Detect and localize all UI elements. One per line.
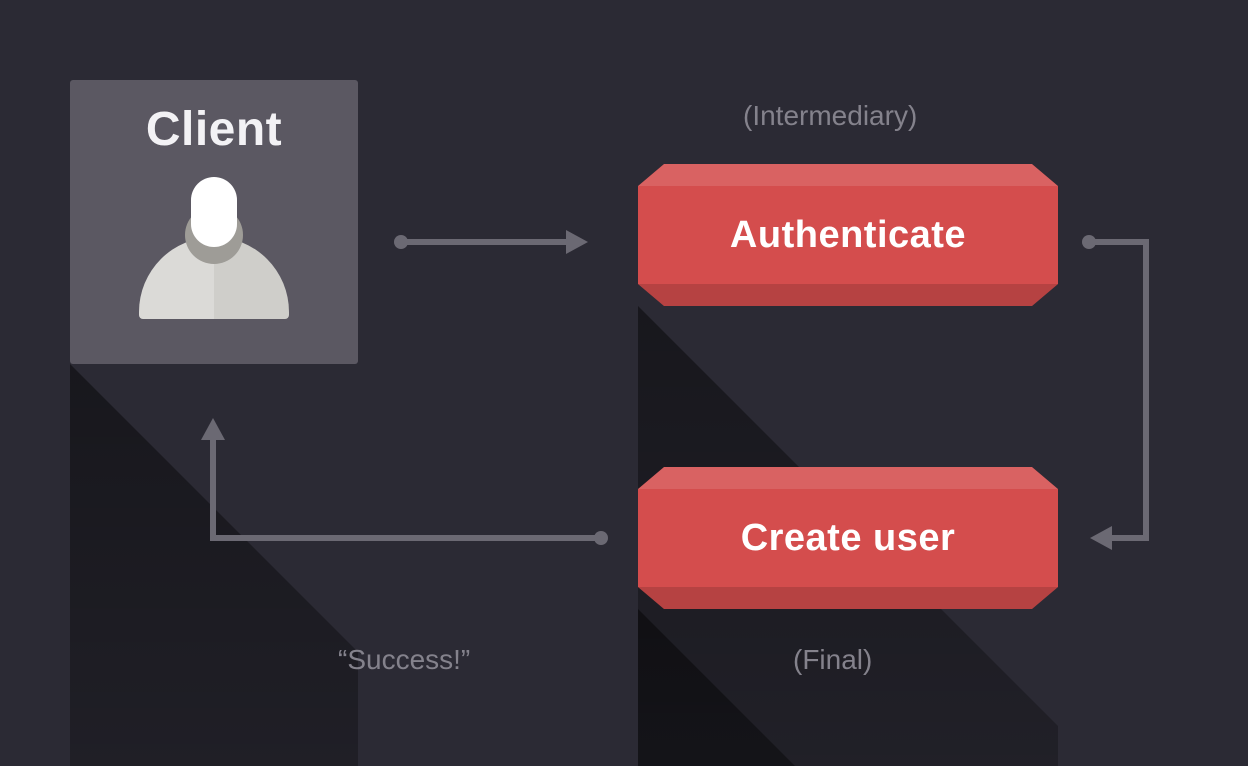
client-title: Client bbox=[70, 80, 358, 157]
authenticate-label: Authenticate bbox=[638, 164, 1058, 306]
create-user-node: Create user bbox=[638, 467, 1058, 609]
authenticate-node: Authenticate bbox=[638, 164, 1058, 306]
create-user-label: Create user bbox=[638, 467, 1058, 609]
success-message: “Success!” bbox=[338, 644, 470, 676]
client-node: Client bbox=[70, 80, 358, 364]
intermediary-caption: (Intermediary) bbox=[743, 100, 917, 132]
final-caption: (Final) bbox=[793, 644, 872, 676]
user-icon bbox=[139, 169, 289, 319]
